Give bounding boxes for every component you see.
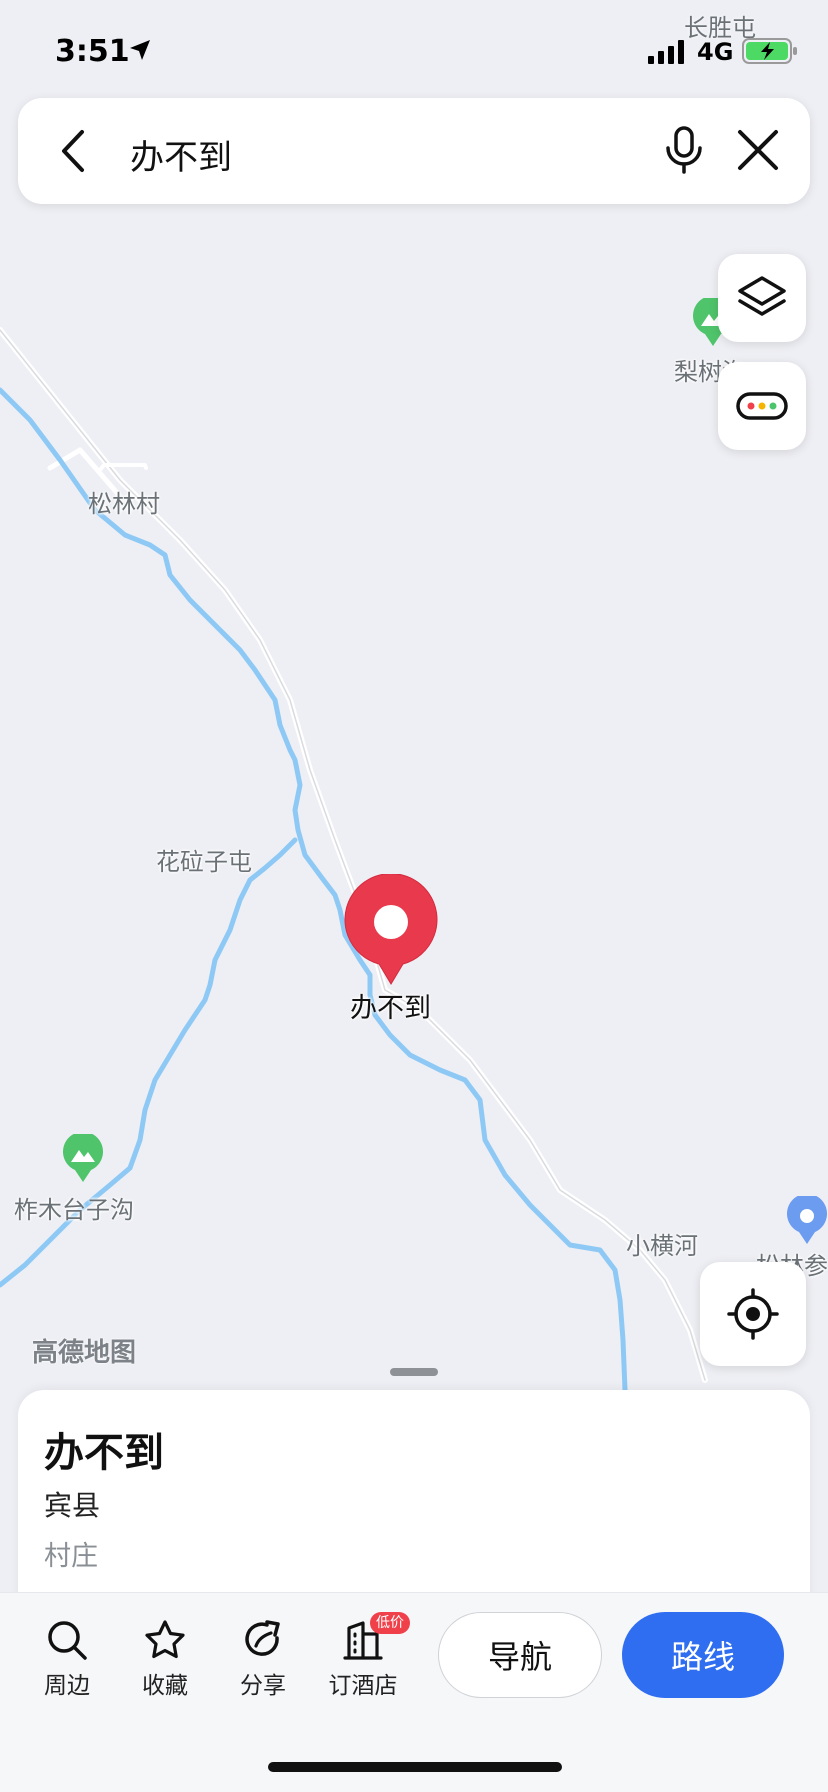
map-label-huazizi-tun[interactable]: 花砬子屯 bbox=[156, 842, 252, 877]
back-icon[interactable] bbox=[48, 124, 102, 178]
place-type: 村庄 bbox=[44, 1541, 98, 1572]
map-label-songlin-village[interactable]: 松林村 bbox=[88, 484, 160, 519]
layers-icon bbox=[738, 276, 786, 316]
low-price-badge: 低价 bbox=[370, 1612, 410, 1634]
search-bar[interactable]: 办不到 bbox=[18, 98, 810, 204]
traffic-dots-icon bbox=[736, 392, 788, 420]
map-pin-icon[interactable] bbox=[342, 874, 440, 986]
star-icon bbox=[145, 1620, 185, 1659]
route-button[interactable]: 路线 bbox=[622, 1612, 784, 1698]
microphone-icon[interactable] bbox=[654, 120, 714, 180]
sheet-drag-handle[interactable] bbox=[390, 1368, 438, 1376]
map-label-zhamu-taizigou[interactable]: 柞木台子沟 bbox=[14, 1190, 134, 1225]
status-time: 3:51 bbox=[55, 34, 130, 69]
favorite-button[interactable]: 收藏 bbox=[120, 1618, 210, 1699]
marker-label[interactable]: 办不到 bbox=[350, 986, 431, 1025]
share-button[interactable]: 分享 bbox=[218, 1618, 308, 1699]
locate-button[interactable] bbox=[700, 1262, 806, 1366]
map-label-xiaohenghe[interactable]: 小横河 bbox=[626, 1226, 698, 1261]
network-type: 4G bbox=[697, 38, 734, 66]
hotel-label: 订酒店 bbox=[328, 1673, 398, 1699]
map-watermark: 高德地图 bbox=[32, 1338, 137, 1368]
home-indicator[interactable] bbox=[268, 1762, 562, 1772]
search-icon bbox=[48, 1621, 87, 1660]
book-hotel-button[interactable]: 低价 订酒店 bbox=[318, 1612, 410, 1699]
favorite-label: 收藏 bbox=[142, 1673, 188, 1699]
nearby-button[interactable]: 周边 bbox=[22, 1618, 112, 1699]
signal-bars-icon bbox=[648, 40, 684, 64]
layers-button[interactable] bbox=[718, 254, 806, 342]
close-icon[interactable] bbox=[730, 122, 786, 178]
share-icon bbox=[245, 1620, 280, 1656]
mountain-poi-icon[interactable] bbox=[62, 1134, 104, 1184]
location-arrow-icon bbox=[130, 40, 150, 60]
place-county: 宾县 bbox=[44, 1489, 101, 1522]
battery-charging-icon bbox=[742, 38, 797, 64]
nearby-label: 周边 bbox=[44, 1673, 90, 1699]
locate-target-icon bbox=[727, 1288, 779, 1340]
share-label: 分享 bbox=[240, 1673, 286, 1699]
status-bar: 长胜屯 3:51 4G bbox=[0, 0, 828, 90]
location-poi-icon[interactable] bbox=[786, 1196, 828, 1246]
place-title: 办不到 bbox=[44, 1430, 164, 1476]
search-input[interactable]: 办不到 bbox=[130, 130, 232, 179]
traffic-button[interactable] bbox=[718, 362, 806, 450]
navigate-button[interactable]: 导航 bbox=[438, 1612, 602, 1698]
